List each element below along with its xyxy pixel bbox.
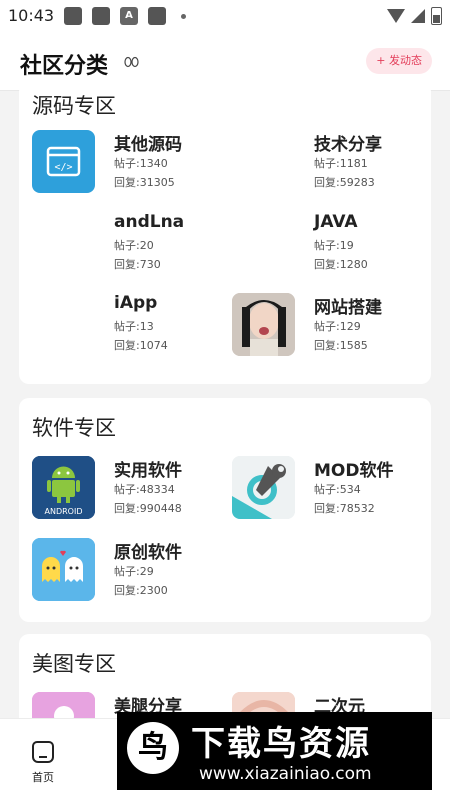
battery-icon [431,7,442,25]
notification-icon [92,7,110,25]
category-name: andLna [114,212,185,232]
home-icon [32,741,54,763]
category-name: 其他源码 [114,135,182,155]
android-icon: ANDROID [32,456,95,519]
category-list[interactable]: 源码专区 </> 其他源码 帖子:1340 回复:31305 技术分享 帖子:1… [0,90,450,718]
section-title: 软件专区 [32,416,116,440]
page-title: 社区分类 [20,54,109,79]
pink-icon [32,692,95,718]
post-count: 帖子:129 [314,320,361,333]
photo-icon [232,293,295,356]
post-count: 帖子:1340 [114,157,168,170]
category-item[interactable]: 技术分享 帖子:1181 回复:59283 [232,130,422,194]
post-count: 帖子:48334 [114,483,175,496]
reply-count: 回复:730 [114,258,161,271]
reply-count: 回复:59283 [314,176,375,189]
category-name: MOD软件 [314,461,394,481]
post-count: 帖子:29 [114,565,154,578]
category-name: 原创软件 [114,543,182,563]
watermark-title: 下载鸟资源 [191,724,371,764]
ghost-icon [32,538,95,601]
post-count: 帖子:19 [314,239,354,252]
category-name: 技术分享 [314,135,382,155]
section-card: 软件专区 ANDROID 实用软件 帖子:48334 回复:990448 MOD… [19,398,431,622]
post-button[interactable]: + 发动态 [366,48,432,74]
post-count: 帖子:20 [114,239,154,252]
watermark-banner: 鸟 下载鸟资源 www.xiazainiao.com [117,712,432,790]
post-count: 帖子:534 [314,483,361,496]
a-badge-icon: A [120,7,138,25]
app-header: 社区分类 + 发动态 [0,32,450,91]
category-item[interactable]: andLna 帖子:20 回复:730 [32,212,222,276]
notification-icon [64,7,82,25]
section-card: 美图专区 美腿分享 二次元 [19,634,431,718]
category-item[interactable]: JAVA 帖子:19 回复:1280 [232,212,422,276]
category-item[interactable]: ANDROID 实用软件 帖子:48334 回复:990448 [32,456,222,520]
wifi-icon [387,9,405,23]
wrench-gear-icon [232,456,295,519]
post-count: 帖子:1181 [314,157,368,170]
svg-text:</>: </> [54,162,72,173]
code-window-icon: </> [32,130,95,193]
qq-icon [124,56,140,71]
reply-count: 回复:1280 [314,258,368,271]
status-bar: 10:43 A [0,0,450,32]
status-time: 10:43 [8,6,55,25]
category-item[interactable]: iApp 帖子:13 回复:1074 [32,293,222,357]
section-title: 美图专区 [32,652,116,676]
notification-icon [148,7,166,25]
category-name: 网站搭建 [314,298,382,318]
reply-count: 回复:78532 [314,502,375,515]
category-item[interactable]: 原创软件 帖子:29 回复:2300 [32,538,222,602]
watermark-url: www.xiazainiao.com [199,764,372,784]
category-name: iApp [114,293,158,313]
category-item[interactable]: 网站搭建 帖子:129 回复:1585 [232,293,422,357]
reply-count: 回复:990448 [114,502,182,515]
reply-count: 回复:1074 [114,339,168,352]
reply-count: 回复:2300 [114,584,168,597]
category-name: JAVA [314,212,358,232]
section-card: 源码专区 </> 其他源码 帖子:1340 回复:31305 技术分享 帖子:1… [19,90,431,384]
post-count: 帖子:13 [114,320,154,333]
category-item[interactable]: </> 其他源码 帖子:1340 回复:31305 [32,130,222,194]
reply-count: 回复:1585 [314,339,368,352]
svg-text:ANDROID: ANDROID [45,507,83,516]
reply-count: 回复:31305 [114,176,175,189]
watermark-logo-icon: 鸟 [127,722,179,774]
category-item[interactable]: MOD软件 帖子:534 回复:78532 [232,456,422,520]
nav-home-label: 首页 [32,771,54,784]
category-name: 实用软件 [114,461,182,481]
more-dot-icon [181,14,186,19]
section-title: 源码专区 [32,94,116,118]
signal-icon [411,9,425,23]
